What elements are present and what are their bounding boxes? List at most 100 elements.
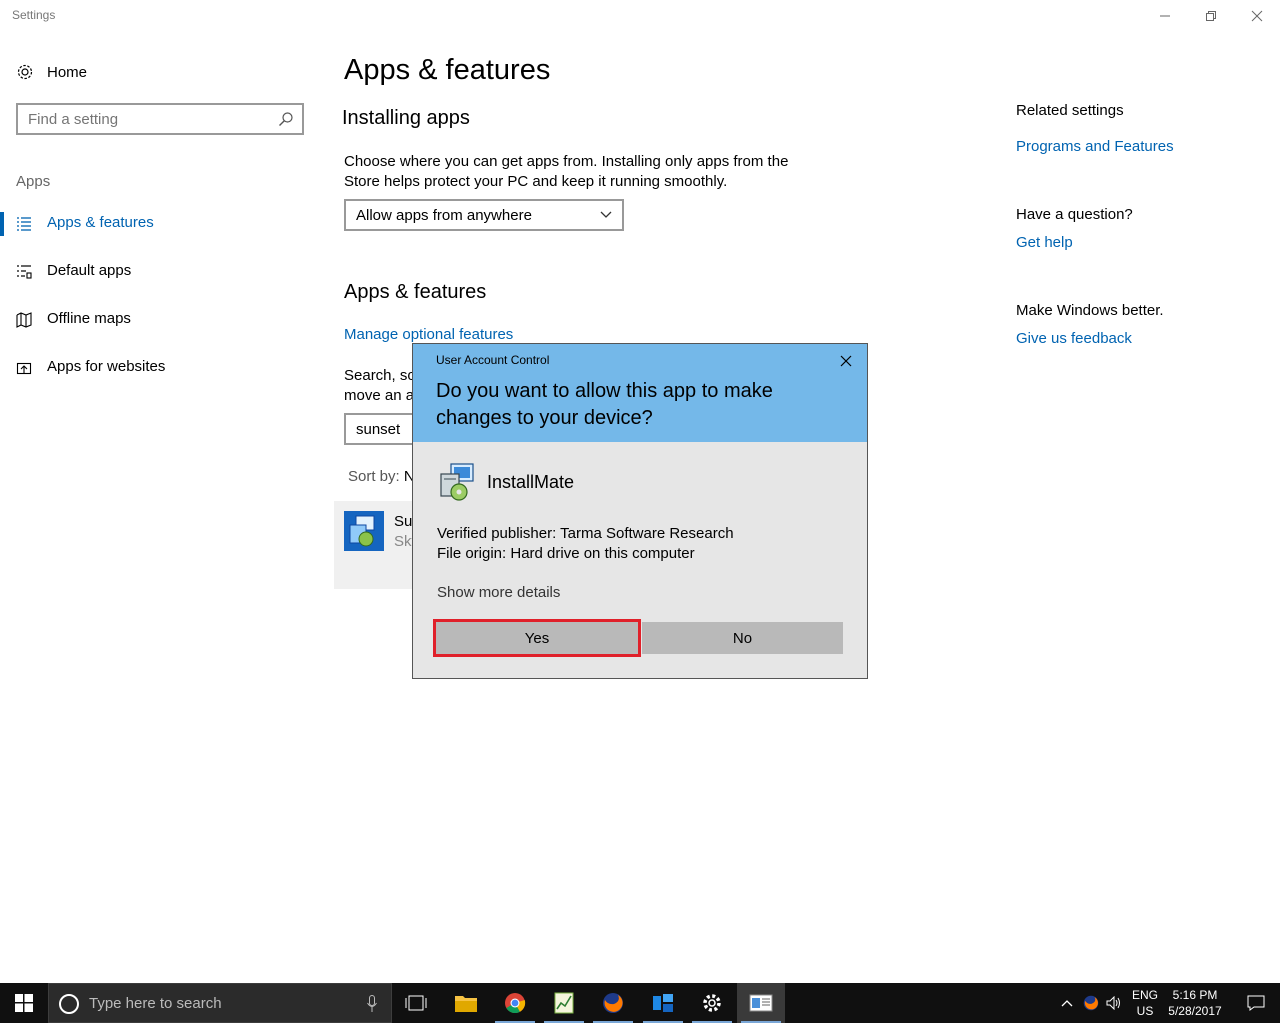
restore-icon [1206, 11, 1216, 21]
sidebar-item-label: Apps for websites [47, 358, 166, 375]
minimize-button[interactable] [1142, 0, 1188, 32]
sort-label: Sort by: [348, 468, 400, 485]
install-source-dropdown[interactable]: Allow apps from anywhere [344, 199, 624, 231]
chart-app-button[interactable] [540, 983, 588, 1023]
origin-line: File origin: Hard drive on this computer [437, 545, 695, 562]
firefox-tray-icon [1083, 995, 1099, 1011]
task-view-button[interactable] [392, 983, 440, 1023]
tray-firefox-button[interactable] [1080, 983, 1102, 1023]
file-explorer-icon [455, 996, 477, 1012]
restore-button[interactable] [1188, 0, 1234, 32]
app-list-item[interactable]: Su Sky [334, 501, 424, 589]
window-title: Settings [12, 8, 56, 22]
sidebar-item-offline-maps[interactable]: Offline maps [0, 302, 300, 338]
search-description-line: Search, so [344, 367, 414, 384]
manage-optional-features-link[interactable]: Manage optional features [344, 326, 513, 343]
installing-description: Choose where you can get apps from. Inst… [344, 153, 789, 190]
sidebar-item-default-apps[interactable]: Default apps [0, 254, 300, 290]
chrome-button[interactable] [491, 983, 539, 1023]
dropdown-value: Allow apps from anywhere [356, 207, 532, 224]
show-hidden-icons-button[interactable] [1056, 983, 1078, 1023]
default-apps-icon [17, 265, 32, 279]
no-button[interactable]: No [642, 622, 843, 654]
close-icon [1251, 10, 1263, 22]
close-icon[interactable] [839, 354, 853, 368]
find-setting-input[interactable] [18, 105, 268, 133]
settings-window: Settings Home Apps Apps & features [0, 0, 1280, 983]
sort-by[interactable]: Sort by: N [348, 468, 415, 485]
search-icon [279, 112, 293, 126]
settings-icon [703, 994, 721, 1012]
sidebar-item-label: Apps & features [47, 214, 154, 231]
app-search-value: sunset [356, 421, 401, 438]
uac-app-name: InstallMate [487, 472, 575, 492]
minimize-icon [1160, 15, 1170, 17]
windows-logo-icon [15, 994, 33, 1012]
uac-dialog: User Account Control Do you want to allo… [412, 343, 868, 679]
open-in-icon [16, 362, 32, 375]
title-bar: Settings [0, 0, 1280, 32]
clock-date: 5/28/2017 [1168, 1004, 1222, 1018]
feedback-heading: Make Windows better. [1016, 302, 1164, 319]
uac-details: Verified publisher: Tarma Software Resea… [437, 524, 734, 564]
sidebar-item-apps-for-websites[interactable]: Apps for websites [0, 350, 300, 386]
give-feedback-link[interactable]: Give us feedback [1016, 330, 1132, 347]
gear-icon [17, 64, 33, 80]
firefox-icon [603, 993, 623, 1013]
cortana-icon [59, 994, 79, 1014]
active-indicator [0, 212, 4, 236]
search-description: Search, so move an a [344, 366, 414, 406]
related-settings-heading: Related settings [1016, 102, 1124, 119]
language-code: ENG [1131, 988, 1158, 1002]
installer-app-icon [344, 511, 384, 551]
yes-button[interactable]: Yes [433, 619, 641, 657]
speaker-icon [1106, 996, 1120, 1010]
region-code: US [1136, 1004, 1154, 1018]
microphone-icon[interactable] [367, 995, 377, 1013]
sidebar-item-label: Offline maps [47, 310, 131, 327]
uac-header: User Account Control Do you want to allo… [413, 344, 867, 442]
notepad-chart-icon [554, 992, 574, 1014]
taskbar-search-box[interactable]: Type here to search [48, 983, 392, 1023]
taskbar-search-placeholder: Type here to search [89, 995, 222, 1012]
installer-icon [653, 994, 673, 1012]
settings-taskbar-button[interactable] [688, 983, 736, 1023]
app-name: Su [394, 513, 413, 530]
uac-question: Do you want to allow this app to make ch… [436, 380, 773, 429]
notification-icon [1247, 995, 1265, 1011]
question-heading: Have a question? [1016, 206, 1133, 223]
close-button[interactable] [1234, 0, 1280, 32]
search-description-line: move an a [344, 387, 414, 404]
map-icon [16, 312, 32, 328]
clock-time: 5:16 PM [1172, 988, 1218, 1002]
chrome-icon [505, 993, 526, 1014]
chevron-up-icon [1061, 1000, 1073, 1007]
programs-features-link[interactable]: Programs and Features [1016, 138, 1174, 155]
action-center-button[interactable] [1232, 983, 1280, 1023]
show-more-details-link[interactable]: Show more details [437, 584, 560, 601]
get-help-link[interactable]: Get help [1016, 234, 1073, 251]
clock[interactable]: 5:16 PM 5/28/2017 [1164, 987, 1226, 1019]
page-title: Apps & features [344, 54, 551, 86]
taskbar: Type here to search ENG US 5:16 PM 5/28/… [0, 983, 1280, 1023]
file-explorer-button[interactable] [442, 983, 490, 1023]
chevron-down-icon [600, 211, 612, 218]
find-setting-box[interactable] [16, 103, 304, 135]
uac-caption: User Account Control [436, 353, 550, 367]
language-indicator[interactable]: ENG US [1128, 987, 1162, 1019]
installer-button[interactable] [639, 983, 687, 1023]
task-view-icon [405, 995, 427, 1011]
home-nav[interactable]: Home [16, 60, 87, 84]
start-button[interactable] [0, 983, 48, 1023]
firefox-button[interactable] [589, 983, 637, 1023]
home-label: Home [47, 63, 88, 81]
volume-button[interactable] [1103, 983, 1125, 1023]
window-app-icon [749, 994, 773, 1012]
window-app-button[interactable] [737, 983, 785, 1023]
sidebar-item-apps-features[interactable]: Apps & features [0, 206, 300, 242]
publisher-line: Verified publisher: Tarma Software Resea… [437, 525, 734, 542]
installmate-icon [440, 463, 474, 501]
sidebar-item-label: Default apps [47, 262, 132, 279]
installing-apps-heading: Installing apps [342, 107, 470, 129]
apps-features-heading: Apps & features [344, 281, 487, 303]
